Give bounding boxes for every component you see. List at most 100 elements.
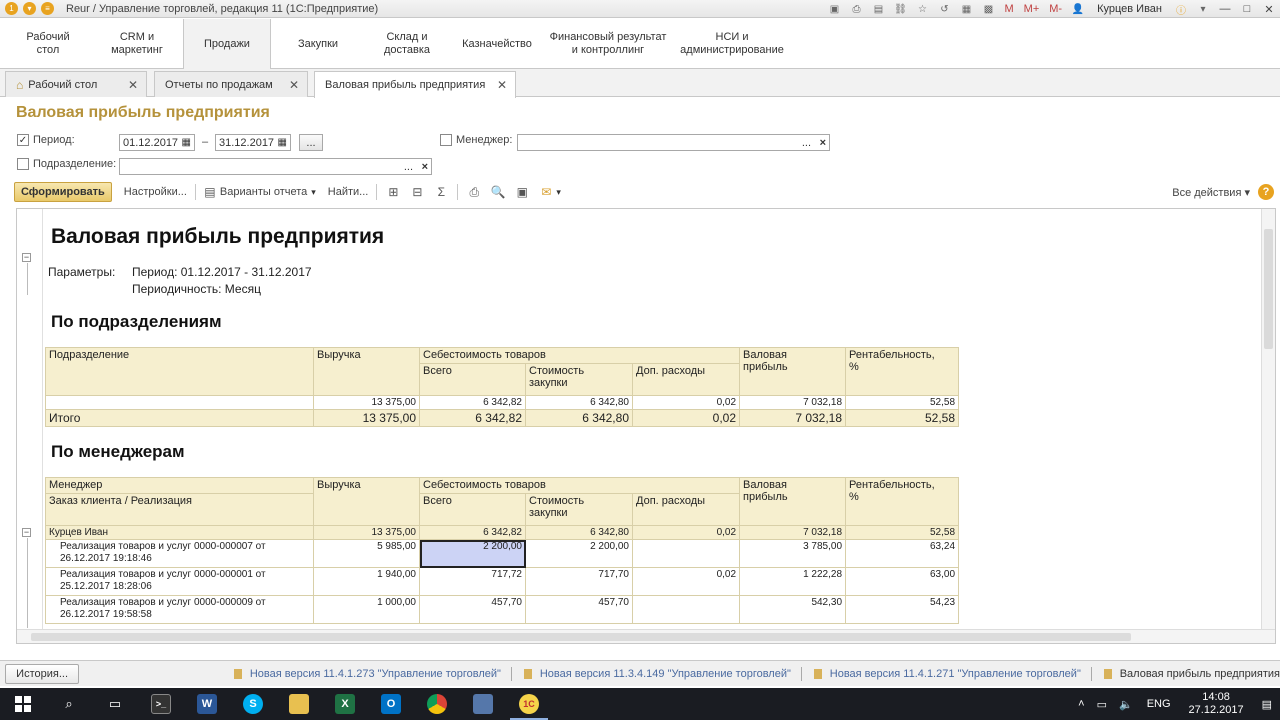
manager-field[interactable]: ... ×: [517, 134, 830, 151]
section-nsi-admin[interactable]: НСИ и администрирование: [676, 19, 788, 69]
task-view-icon[interactable]: ▭: [92, 688, 138, 720]
chevron-down-icon[interactable]: ▾: [556, 187, 561, 198]
cell[interactable]: 63,00: [845, 567, 960, 596]
cell[interactable]: 63,24: [845, 539, 960, 568]
cell[interactable]: [631, 595, 741, 624]
period-from-field[interactable]: 01.12.2017 ▦: [119, 134, 195, 151]
maximize-button[interactable]: □: [1236, 2, 1258, 16]
app-logo-icon[interactable]: 1: [5, 2, 18, 15]
calendar-icon[interactable]: ▦: [182, 137, 191, 148]
cell[interactable]: 6 342,80: [525, 395, 633, 410]
period-choose-button[interactable]: ...: [299, 134, 323, 151]
chevron-down-icon[interactable]: ▾: [311, 187, 316, 198]
memory-button[interactable]: M: [1004, 3, 1013, 15]
cell[interactable]: 6 342,82: [419, 525, 526, 540]
save-icon[interactable]: ▣: [514, 184, 530, 200]
clear-icon[interactable]: ×: [820, 137, 826, 149]
calculator-icon[interactable]: ▩: [980, 2, 996, 16]
vertical-scrollbar[interactable]: [1261, 209, 1275, 629]
selected-cell[interactable]: 2 200,00: [419, 539, 526, 568]
select-button[interactable]: ...: [404, 161, 413, 173]
scroll-thumb[interactable]: [1264, 229, 1273, 349]
collapse-icon[interactable]: −: [22, 528, 31, 537]
clock[interactable]: 14:08 27.12.2017: [1189, 691, 1244, 717]
cell[interactable]: 7 032,18: [739, 395, 847, 410]
cell[interactable]: 6 342,82: [419, 395, 526, 410]
cell[interactable]: Реализация товаров и услуг 0000-000009 о…: [45, 595, 314, 624]
cell[interactable]: 5 985,00: [313, 539, 420, 568]
cell[interactable]: 6 342,80: [525, 409, 633, 427]
user-name[interactable]: Курцев Иван: [1097, 3, 1162, 15]
star-icon[interactable]: ☆: [914, 2, 930, 16]
section-warehouse[interactable]: Склад и доставка: [367, 19, 447, 69]
chevron-down-icon[interactable]: ▾: [23, 2, 36, 15]
cell[interactable]: 54,23: [845, 595, 960, 624]
close-icon[interactable]: ✕: [497, 78, 507, 92]
clear-icon[interactable]: ×: [422, 161, 428, 173]
cell[interactable]: 1 222,28: [739, 567, 847, 596]
cell[interactable]: Курцев Иван: [45, 525, 314, 540]
memory-plus-button[interactable]: M+: [1024, 3, 1040, 15]
history-button[interactable]: История...: [5, 663, 80, 684]
chrome-icon[interactable]: [414, 688, 460, 720]
table-row[interactable]: Реализация товаров и услуг 0000-000001 о…: [45, 567, 960, 596]
search-icon[interactable]: ⌕: [46, 688, 92, 720]
cell[interactable]: [45, 395, 314, 410]
cell[interactable]: 13 375,00: [313, 525, 420, 540]
notification-item[interactable]: Валовая прибыль предприятия: [1103, 668, 1280, 680]
manager-checkbox[interactable]: [440, 134, 452, 146]
notification-item[interactable]: Новая версия 11.4.1.271 "Управление торг…: [813, 668, 1081, 680]
tab-sales-reports[interactable]: Отчеты по продажам ✕: [154, 71, 308, 97]
cell[interactable]: 7 032,18: [739, 525, 847, 540]
preview-icon[interactable]: ▤: [870, 2, 886, 16]
horizontal-scrollbar[interactable]: [17, 629, 1275, 643]
table-row[interactable]: Реализация товаров и услуг 0000-000009 о…: [45, 595, 960, 624]
table-row[interactable]: Реализация товаров и услуг 0000-000007 о…: [45, 539, 960, 568]
volume-icon[interactable]: 🔈: [1119, 698, 1133, 711]
cell[interactable]: 717,72: [419, 567, 526, 596]
cell[interactable]: 717,70: [525, 567, 633, 596]
section-treasury[interactable]: Казначейство: [455, 19, 539, 69]
network-app-icon[interactable]: [460, 688, 506, 720]
start-button[interactable]: [0, 688, 46, 720]
section-crm[interactable]: CRM и маркетинг: [97, 19, 177, 69]
cell[interactable]: 13 375,00: [313, 395, 420, 410]
calendar-icon[interactable]: ▦: [278, 137, 287, 148]
expand-groups-icon[interactable]: ⊞: [385, 184, 401, 200]
cell[interactable]: 542,30: [739, 595, 847, 624]
calendar-icon[interactable]: ▦: [958, 2, 974, 16]
close-icon[interactable]: ✕: [289, 78, 299, 92]
cell[interactable]: 1 000,00: [313, 595, 420, 624]
tab-desktop[interactable]: ⌂ Рабочий стол ✕: [5, 71, 147, 97]
cell[interactable]: 1 940,00: [313, 567, 420, 596]
division-checkbox[interactable]: [17, 158, 29, 170]
cell[interactable]: 6 342,82: [419, 409, 526, 427]
report-spreadsheet[interactable]: − − Валовая прибыль предприятия Параметр…: [16, 208, 1276, 644]
cell[interactable]: 3 785,00: [739, 539, 847, 568]
help-icon[interactable]: ?: [1258, 184, 1274, 200]
outlook-icon[interactable]: O: [368, 688, 414, 720]
chevron-up-icon[interactable]: ˄: [1078, 698, 1084, 710]
cell[interactable]: Реализация товаров и услуг 0000-000001 о…: [45, 567, 314, 596]
find-button[interactable]: Найти...: [328, 186, 369, 198]
division-field[interactable]: ... ×: [119, 158, 432, 175]
cell[interactable]: [631, 539, 741, 568]
history-icon[interactable]: ↺: [936, 2, 952, 16]
onec-icon[interactable]: 1C: [506, 688, 552, 720]
cell[interactable]: 0,02: [631, 525, 741, 540]
print-icon[interactable]: ⎙: [466, 184, 482, 200]
cell[interactable]: 52,58: [845, 525, 960, 540]
cell[interactable]: Итого: [45, 409, 314, 427]
period-checkbox[interactable]: ✓: [17, 134, 29, 146]
terminal-icon[interactable]: >_: [138, 688, 184, 720]
cell[interactable]: 52,58: [845, 395, 960, 410]
mail-icon[interactable]: ✉: [538, 184, 554, 200]
word-icon[interactable]: W: [184, 688, 230, 720]
cell[interactable]: 6 342,80: [525, 525, 633, 540]
section-sales[interactable]: Продажи: [183, 19, 271, 69]
period-to-field[interactable]: 31.12.2017 ▦: [215, 134, 291, 151]
close-icon[interactable]: ✕: [128, 78, 138, 92]
sum-icon[interactable]: Σ: [433, 184, 449, 200]
skype-icon[interactable]: S: [230, 688, 276, 720]
section-purchases[interactable]: Закупки: [278, 19, 358, 69]
